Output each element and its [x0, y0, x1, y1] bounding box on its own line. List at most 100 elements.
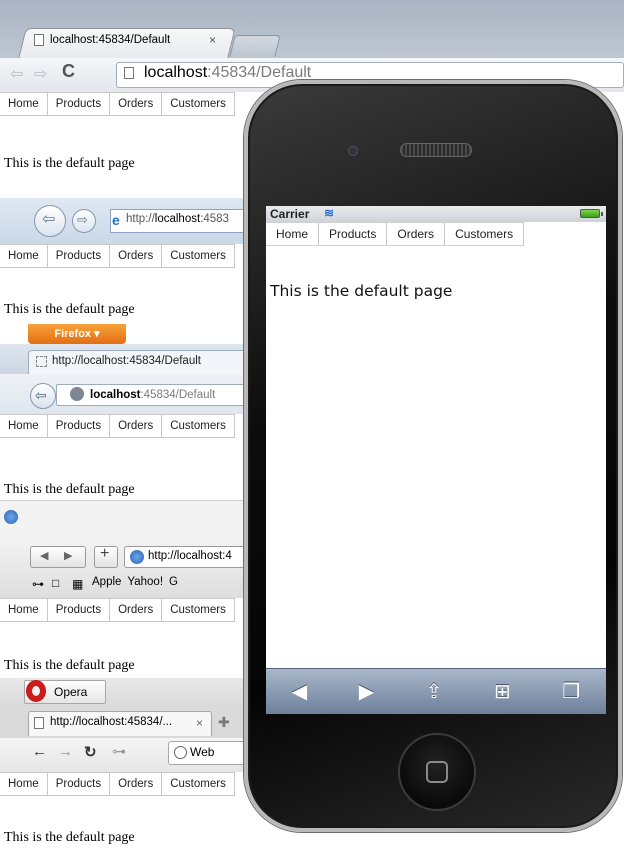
back-icon[interactable]: ⇦: [10, 64, 23, 84]
speaker-icon: [400, 143, 472, 157]
bookmarks-icon[interactable]: □: [52, 576, 59, 590]
forward-icon[interactable]: ⇨: [34, 64, 47, 84]
back-icon: ⇦: [42, 211, 56, 228]
nav-home[interactable]: Home: [0, 599, 48, 621]
nav-orders[interactable]: Orders: [110, 599, 163, 621]
opera-tab-close-icon[interactable]: ×: [196, 716, 203, 730]
nav-products[interactable]: Products: [48, 93, 111, 115]
plus-icon: +: [100, 545, 110, 562]
nav-home[interactable]: Home: [0, 415, 48, 437]
ie-url[interactable]: http://localhost:4583: [126, 213, 229, 225]
nav-orders[interactable]: Orders: [387, 223, 446, 245]
forward-icon: ⇨: [77, 212, 88, 227]
chrome-tab-close-icon[interactable]: ×: [209, 33, 216, 47]
nav-customers[interactable]: Customers: [162, 93, 235, 115]
nav-home[interactable]: Home: [0, 93, 48, 115]
wifi-icon: ≋: [324, 206, 335, 220]
url-host: localhost: [90, 389, 141, 401]
nav-customers[interactable]: Customers: [162, 415, 235, 437]
bookmarks-icon[interactable]: ⊞: [494, 679, 511, 704]
opera-logo-icon: [26, 680, 46, 702]
nav-customers[interactable]: Customers: [162, 245, 235, 267]
opera-tab-title: http://localhost:45834/...: [50, 716, 173, 728]
opera-menu-label: Opera: [54, 685, 88, 699]
nav-orders[interactable]: Orders: [110, 773, 163, 795]
nav-products[interactable]: Products: [319, 223, 388, 245]
carrier-label: Carrier: [270, 207, 310, 221]
firefox-page-text: This is the default page: [4, 482, 135, 497]
page-icon: [34, 34, 44, 46]
ie-nav-menu: Home Products Orders Customers: [0, 244, 235, 268]
share-icon[interactable]: ⇪: [426, 679, 443, 704]
opera-nav-menu: Home Products Orders Customers: [0, 772, 235, 796]
nav-products[interactable]: Products: [48, 599, 111, 621]
nav-home[interactable]: Home: [0, 773, 48, 795]
globe-icon: [70, 387, 84, 401]
iphone-screen: Carrier ≋ Home Products Orders Customers…: [266, 206, 606, 714]
nav-orders[interactable]: Orders: [110, 93, 163, 115]
nav-customers[interactable]: Customers: [162, 599, 235, 621]
safari-nav-menu: Home Products Orders Customers: [0, 598, 235, 622]
safari-url[interactable]: http://localhost:4: [148, 550, 232, 562]
back-icon[interactable]: ◀: [292, 679, 307, 704]
firefox-nav-menu: Home Products Orders Customers: [0, 414, 235, 438]
bookmark-g[interactable]: G: [169, 576, 178, 588]
new-tab-icon[interactable]: ✚: [218, 714, 230, 731]
nav-products[interactable]: Products: [48, 245, 111, 267]
nav-home[interactable]: Home: [266, 223, 320, 245]
firefox-menu-button[interactable]: Firefox ▾: [28, 324, 126, 344]
forward-icon[interactable]: →: [58, 743, 73, 760]
nav-products[interactable]: Products: [48, 415, 111, 437]
page-icon: [124, 67, 134, 82]
chrome-new-tab-button[interactable]: [229, 35, 281, 57]
status-bar: Carrier ≋: [266, 206, 606, 222]
url-path: :45834/Default: [140, 389, 216, 401]
tabs-icon[interactable]: ❐: [562, 679, 580, 704]
safari-back-forward-button[interactable]: [30, 546, 86, 568]
ie-logo-icon: e: [112, 212, 120, 228]
safari-bookmarks-bar: Apple Yahoo! G: [92, 576, 178, 588]
chrome-page-text: This is the default page: [4, 156, 135, 171]
mobile-nav-menu: Home Products Orders Customers: [266, 222, 525, 246]
nav-customers[interactable]: Customers: [162, 773, 235, 795]
safari-page-text: This is the default page: [4, 658, 135, 673]
home-square-icon: [426, 761, 448, 783]
nav-customers[interactable]: Customers: [445, 223, 525, 245]
globe-icon: [130, 550, 144, 564]
nav-products[interactable]: Products: [48, 773, 111, 795]
firefox-tab-title: http://localhost:45834/Default: [52, 355, 201, 367]
chrome-tab-content: localhost:45834/Default: [34, 34, 170, 46]
safari-mobile-toolbar: ◀ ▶ ⇪ ⊞ ❐: [266, 668, 606, 714]
reader-icon[interactable]: ⊶: [32, 577, 44, 591]
reload-icon[interactable]: ↻: [84, 743, 97, 761]
url-host: localhost: [144, 64, 208, 81]
forward-icon[interactable]: ▶: [359, 679, 374, 704]
nav-orders[interactable]: Orders: [110, 415, 163, 437]
safari-title-bar: [0, 500, 260, 538]
firefox-url[interactable]: localhost:45834/Default: [90, 389, 215, 401]
opera-search-label: Web: [190, 745, 215, 759]
chrome-nav-menu: Home Products Orders Customers: [0, 92, 235, 116]
bookmark-yahoo[interactable]: Yahoo!: [127, 576, 163, 588]
chrome-url[interactable]: localhost:45834/Default: [144, 64, 311, 82]
url-path: :4583: [200, 213, 229, 225]
nav-orders[interactable]: Orders: [110, 245, 163, 267]
key-icon[interactable]: ⊶: [112, 743, 126, 760]
ie-page-text: This is the default page: [4, 302, 135, 317]
safari-logo-icon: [4, 510, 18, 524]
battery-icon: [580, 209, 603, 218]
camera-icon: [348, 146, 358, 156]
reload-icon[interactable]: C: [62, 61, 75, 82]
mobile-page-text: This is the default page: [270, 282, 453, 300]
back-icon[interactable]: ←: [32, 743, 47, 760]
back-icon: ⇦: [35, 387, 47, 403]
chrome-tab-title: localhost:45834/Default: [50, 34, 171, 46]
opera-page-text: This is the default page: [4, 830, 135, 845]
url-host: localhost: [154, 213, 201, 225]
bookmark-apple[interactable]: Apple: [92, 576, 121, 588]
url-prefix: http://: [126, 213, 155, 225]
nav-home[interactable]: Home: [0, 245, 48, 267]
back-icon: ◀: [40, 550, 49, 562]
top-sites-icon[interactable]: ▦: [72, 577, 83, 591]
page-icon: [34, 717, 44, 732]
